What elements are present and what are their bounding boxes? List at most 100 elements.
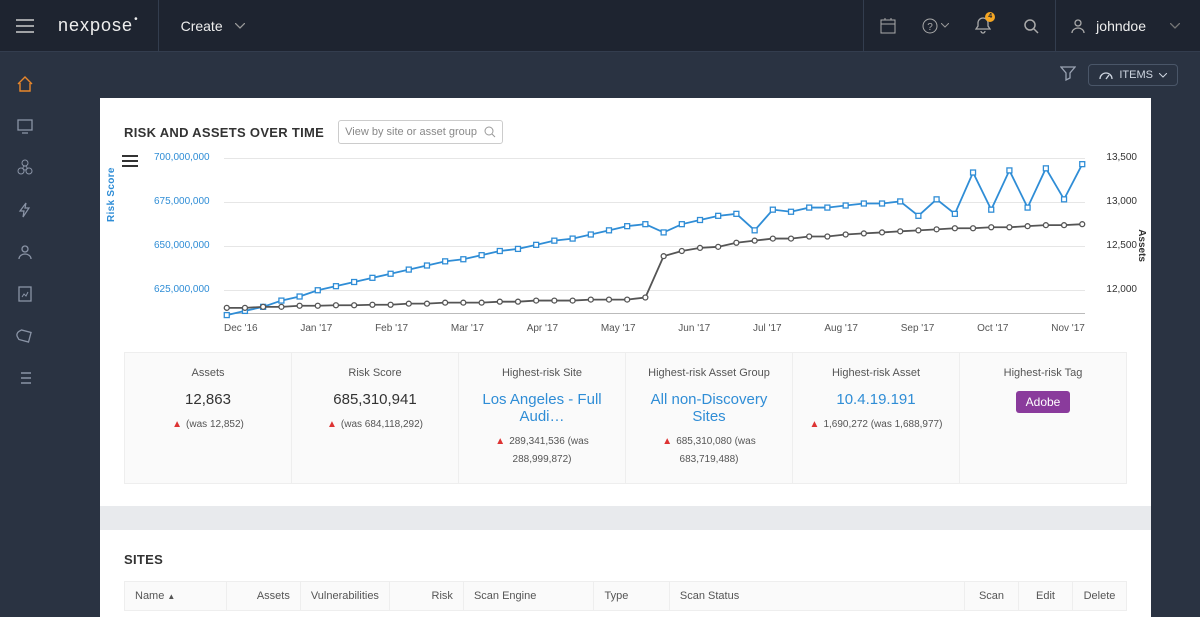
- x-tick: Oct '17: [977, 323, 1008, 334]
- help-button[interactable]: ?: [911, 0, 959, 52]
- sites-col-header[interactable]: Assets: [226, 582, 300, 611]
- sites-col-header[interactable]: Delete: [1073, 582, 1127, 611]
- report-icon: [16, 285, 34, 303]
- sidebar-item-monitor[interactable]: [0, 106, 50, 146]
- username: johndoe: [1096, 18, 1146, 34]
- gauge-icon: [1099, 70, 1113, 80]
- summary-delta: ▲289,341,536 (was 288,999,872): [495, 436, 588, 465]
- y-left-tick: 625,000,000: [154, 284, 202, 295]
- home-icon: [16, 75, 34, 93]
- sidebar-item-list[interactable]: [0, 358, 50, 398]
- sites-title: SITES: [124, 552, 1127, 581]
- site-type: Dynamic: [594, 611, 669, 617]
- list-icon: [16, 369, 34, 387]
- summary-value: 685,310,941: [298, 391, 452, 414]
- summary-label: Highest-risk Asset Group: [632, 363, 786, 391]
- hamburger-icon: [16, 19, 34, 33]
- summary-cell: Risk Score 685,310,941 ▲(was 684,118,292…: [292, 353, 459, 483]
- y-right-tick: 13,000: [1106, 196, 1137, 207]
- svg-text:?: ?: [927, 22, 933, 33]
- asset-search[interactable]: View by site or asset group: [338, 120, 503, 144]
- biohazard-icon: [16, 159, 34, 177]
- summary-label: Highest-risk Site: [465, 363, 619, 391]
- lightning-icon: [16, 201, 34, 219]
- site-assets: 0: [226, 611, 300, 617]
- topbar: nexpose• Create ? 4 johndoe: [0, 0, 1200, 52]
- notification-badge: 4: [985, 12, 995, 22]
- summary-delta: ▲(was 12,852): [172, 419, 244, 430]
- site-risk: 0.0: [389, 611, 463, 617]
- chart-legend-toggle[interactable]: [122, 154, 138, 172]
- y-right-tick: 12,500: [1106, 240, 1137, 251]
- calendar-icon: [880, 18, 896, 34]
- x-tick: Dec '16: [224, 323, 258, 334]
- x-tick: Jun '17: [678, 323, 710, 334]
- chart-plot-area: [224, 158, 1085, 314]
- x-axis-ticks: Dec '16 Jan '17 Feb '17 Mar '17 Apr '17 May '…: [224, 323, 1085, 334]
- filter-button[interactable]: [1060, 65, 1076, 86]
- chevron-down-icon: [1170, 23, 1180, 29]
- person-icon: [16, 243, 34, 261]
- y-right-tick: 13,500: [1106, 152, 1137, 163]
- x-tick: Jan '17: [300, 323, 332, 334]
- calendar-button[interactable]: [863, 0, 911, 52]
- brand-logo: nexpose•: [50, 0, 159, 51]
- risk-panel-title: RISK AND ASSETS OVER TIME: [124, 125, 324, 140]
- sidebar-item-users[interactable]: [0, 232, 50, 272]
- sites-col-header[interactable]: Edit: [1019, 582, 1073, 611]
- main-area: ITEMS RISK AND ASSETS OVER TIME View by …: [50, 52, 1200, 617]
- sidebar-item-vulnerabilities[interactable]: [0, 148, 50, 188]
- sites-col-header[interactable]: Scan: [965, 582, 1019, 611]
- table-row: Austin DHCP 0 0 0.0 Local scan engine Dy…: [125, 611, 1127, 617]
- items-dropdown[interactable]: ITEMS: [1088, 64, 1178, 86]
- x-tick: Mar '17: [451, 323, 484, 334]
- chevron-down-icon: [235, 23, 245, 29]
- sidebar-item-home[interactable]: [0, 64, 50, 104]
- legend-icon: [122, 155, 138, 167]
- summary-cell: Highest-risk Asset 10.4.19.191 ▲1,690,27…: [793, 353, 960, 483]
- sidebar: [0, 52, 50, 617]
- summary-delta: ▲(was 684,118,292): [327, 419, 423, 430]
- sites-col-header[interactable]: Type: [594, 582, 669, 611]
- summary-value[interactable]: All non-Discovery Sites: [632, 391, 786, 431]
- y-right-axis-label: Assets: [1136, 229, 1147, 262]
- sites-table: Name▲AssetsVulnerabilitiesRiskScan Engin…: [124, 581, 1127, 617]
- summary-value[interactable]: 10.4.19.191: [799, 391, 953, 414]
- hamburger-menu[interactable]: [0, 0, 50, 51]
- notifications-button[interactable]: 4: [959, 0, 1007, 52]
- sidebar-item-policies[interactable]: [0, 190, 50, 230]
- summary-cell: Highest-risk Asset Group All non-Discove…: [626, 353, 793, 483]
- create-menu[interactable]: Create: [159, 0, 267, 51]
- search-icon: [1023, 18, 1039, 34]
- user-menu[interactable]: johndoe: [1055, 0, 1200, 51]
- y-left-tick: 700,000,000: [154, 152, 202, 163]
- x-tick: Feb '17: [375, 323, 408, 334]
- x-tick: May '17: [601, 323, 636, 334]
- y-right-tick: 12,000: [1106, 284, 1137, 295]
- summary-cell: Highest-risk Tag Adobe: [960, 353, 1126, 483]
- filter-icon: [1060, 65, 1076, 81]
- sites-col-header[interactable]: Scan Status: [669, 582, 964, 611]
- summary-tag[interactable]: Adobe: [1016, 391, 1071, 413]
- chevron-down-icon: [941, 23, 949, 28]
- risk-panel: RISK AND ASSETS OVER TIME View by site o…: [100, 98, 1151, 506]
- summary-value[interactable]: Los Angeles - Full Audi…: [465, 391, 619, 431]
- x-tick: Aug '17: [824, 323, 858, 334]
- chart-svg: [224, 158, 1085, 313]
- x-tick: Apr '17: [527, 323, 558, 334]
- sidebar-item-reports[interactable]: [0, 274, 50, 314]
- sites-panel: SITES Name▲AssetsVulnerabilitiesRiskScan…: [100, 530, 1151, 617]
- sidebar-item-tags[interactable]: [0, 316, 50, 356]
- summary-cell: Highest-risk Site Los Angeles - Full Aud…: [459, 353, 626, 483]
- risk-chart: Risk Score Assets 700,000,000 675,000,00…: [100, 152, 1151, 342]
- summary-label: Highest-risk Tag: [966, 363, 1120, 391]
- site-engine: Local scan engine: [463, 611, 594, 617]
- search-button[interactable]: [1007, 0, 1055, 52]
- monitor-icon: [16, 117, 34, 135]
- asset-search-placeholder: View by site or asset group: [345, 126, 477, 138]
- summary-label: Risk Score: [298, 363, 452, 391]
- sites-col-header[interactable]: Vulnerabilities: [300, 582, 389, 611]
- sites-col-header[interactable]: Scan Engine: [463, 582, 594, 611]
- sites-col-header[interactable]: Name▲: [125, 582, 227, 611]
- sites-col-header[interactable]: Risk: [389, 582, 463, 611]
